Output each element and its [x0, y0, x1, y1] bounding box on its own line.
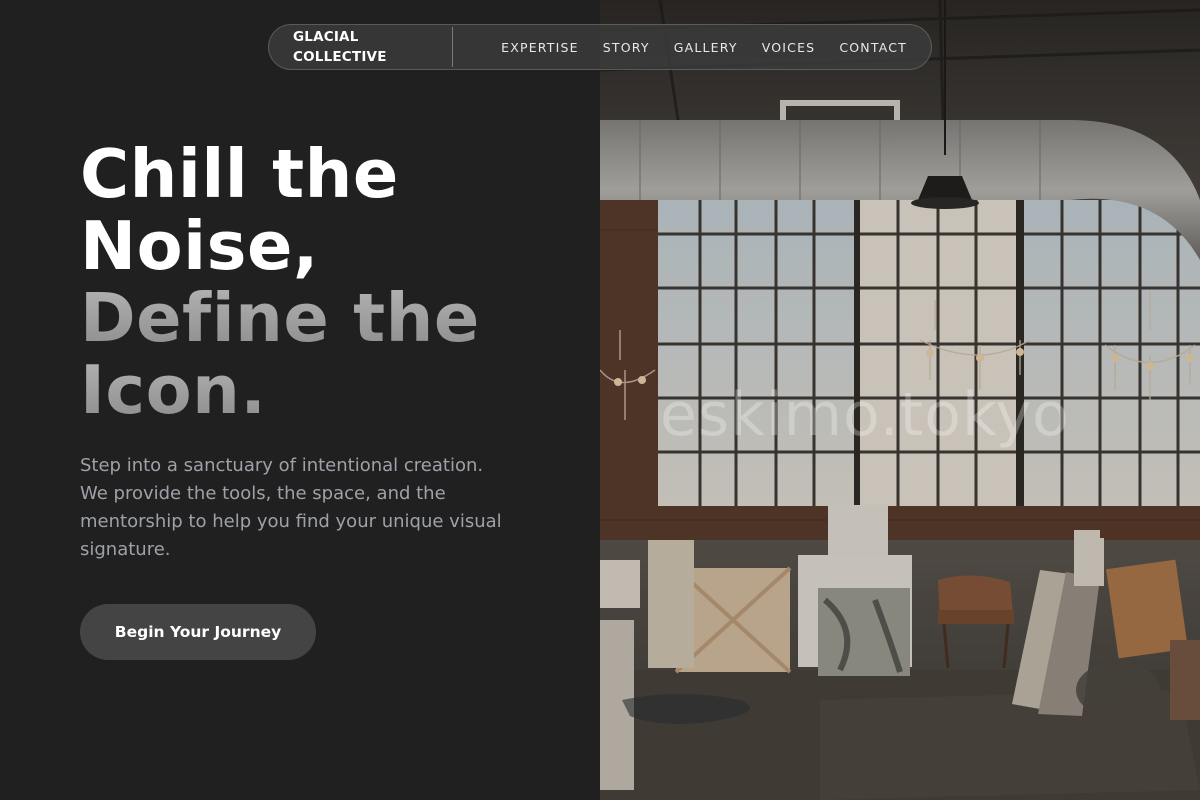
studio-photo — [600, 0, 1200, 800]
headline-line-4: Icon. — [80, 354, 580, 426]
nav-link-voices[interactable]: VOICES — [762, 40, 816, 55]
nav-link-expertise[interactable]: EXPERTISE — [501, 40, 579, 55]
headline-line-2: Noise, — [80, 207, 319, 285]
nav-link-contact[interactable]: CONTACT — [839, 40, 907, 55]
headline-line-1: Chill the — [80, 135, 399, 213]
nav-links: EXPERTISE STORY GALLERY VOICES CONTACT — [501, 40, 907, 55]
hero-description: Step into a sanctuary of intentional cre… — [80, 455, 502, 560]
studio-illustration — [600, 0, 1200, 800]
nav-link-gallery[interactable]: GALLERY — [674, 40, 738, 55]
nav-link-story[interactable]: STORY — [603, 40, 650, 55]
headline-line-3: Define the — [80, 282, 580, 354]
top-navbar: GLACIAL COLLECTIVE EXPERTISE STORY GALLE… — [268, 24, 932, 70]
brand-logo[interactable]: GLACIAL COLLECTIVE — [293, 27, 454, 67]
hero-headline: Chill the Noise, Define the Icon. — [80, 138, 580, 426]
begin-journey-button[interactable]: Begin Your Journey — [80, 604, 316, 660]
